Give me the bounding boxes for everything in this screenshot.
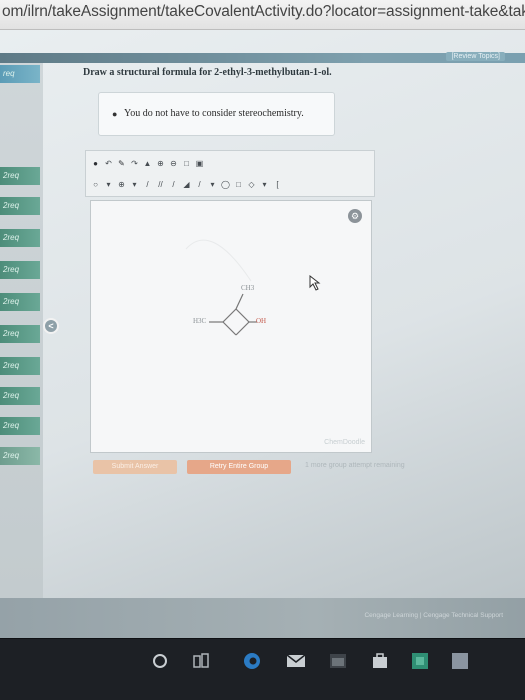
edge-icon[interactable] <box>242 651 262 671</box>
dropdown-icon[interactable]: ▾ <box>259 179 270 190</box>
double-bond-icon[interactable]: // <box>155 179 166 190</box>
molecule-structure <box>185 239 257 336</box>
drawing-toolbar: ● ↶ ✎ ↷ ▲ ⊕ ⊖ □ ▣ ○ ▾ ⊕ ▾ / // / ◢ / ▾ ◯… <box>85 150 375 197</box>
store-icon[interactable] <box>370 651 390 671</box>
sidebar-item[interactable]: 2req <box>0 229 40 247</box>
calendar-icon[interactable] <box>328 651 348 671</box>
redo-icon[interactable]: ↷ <box>129 158 140 169</box>
clear-icon[interactable]: ● <box>90 158 101 169</box>
wedge-bond-icon[interactable]: ◢ <box>181 179 192 190</box>
diamond-ring-icon[interactable]: ◇ <box>246 179 257 190</box>
atom-icon[interactable]: ○ <box>90 179 101 190</box>
h3c-label: H3C <box>193 317 207 325</box>
bracket-icon[interactable]: [ <box>272 179 283 190</box>
triple-bond-icon[interactable]: / <box>168 179 179 190</box>
app-green-icon[interactable] <box>410 651 430 671</box>
sidebar-item[interactable]: 2req <box>0 387 40 405</box>
sidebar-item[interactable]: req <box>0 65 40 83</box>
bullet-icon: ● <box>112 109 118 119</box>
charge-icon[interactable]: ⊕ <box>116 179 127 190</box>
instruction-text: You do not have to consider stereochemis… <box>124 108 304 119</box>
attempts-remaining-text: 1 more group attempt remaining <box>305 462 405 469</box>
task-view-icon[interactable] <box>192 651 210 671</box>
instruction-box: ● You do not have to consider stereochem… <box>98 92 335 136</box>
toolbar-row-2: ○ ▾ ⊕ ▾ / // / ◢ / ▾ ◯ □ ◇ ▾ [ <box>90 175 283 193</box>
dropdown-icon[interactable]: ▾ <box>207 179 218 190</box>
ch3-label: CH3 <box>241 284 255 292</box>
os-taskbar <box>0 638 525 700</box>
single-bond-icon[interactable]: / <box>142 179 153 190</box>
sidebar-item[interactable]: 2req <box>0 261 40 279</box>
ring-icon[interactable]: ◯ <box>220 179 231 190</box>
app-tile-icon[interactable] <box>450 651 470 671</box>
zoom-in-icon[interactable]: ⊕ <box>155 158 166 169</box>
pencil-icon[interactable]: ✎ <box>116 158 127 169</box>
submit-answer-button[interactable]: Submit Answer <box>93 460 177 474</box>
lasso-icon[interactable]: ▲ <box>142 158 153 169</box>
mouse-cursor-icon <box>309 275 321 291</box>
url-text: om/ilrn/takeAssignment/takeCovalentActiv… <box>2 3 525 20</box>
cortana-icon[interactable] <box>152 651 168 671</box>
sidebar-item[interactable]: 2req <box>0 167 40 185</box>
oh-label: OH <box>256 317 267 325</box>
square-ring-icon[interactable]: □ <box>233 179 244 190</box>
sidebar-item[interactable]: 2req <box>0 293 40 311</box>
sidebar-item[interactable]: 2req <box>0 447 40 465</box>
sidebar-item[interactable]: 2req <box>0 325 40 343</box>
toolbar-row-1: ● ↶ ✎ ↷ ▲ ⊕ ⊖ □ ▣ <box>90 154 205 172</box>
chemdoodle-watermark: ChemDoodle <box>324 439 365 446</box>
dash-bond-icon[interactable]: / <box>194 179 205 190</box>
retry-group-button[interactable]: Retry Entire Group <box>187 460 291 474</box>
app-screen: [Review Topics] req 2req 2req 2req 2req … <box>0 30 525 638</box>
sidebar-item[interactable]: 2req <box>0 197 40 215</box>
question-prompt: Draw a structural formula for 2-ethyl-3-… <box>83 67 332 78</box>
review-topics-link[interactable]: [Review Topics] <box>446 52 505 61</box>
sidebar-item[interactable]: 2req <box>0 357 40 375</box>
drawing-canvas[interactable]: ⚙ H3C OH CH3 ChemDoodle <box>90 200 372 453</box>
mail-icon[interactable] <box>285 651 307 671</box>
sidebar-item[interactable]: 2req <box>0 417 40 435</box>
collapse-sidebar-icon[interactable]: < <box>43 318 59 334</box>
question-sidebar: req 2req 2req 2req 2req 2req 2req 2req 2… <box>0 63 43 638</box>
copy-icon[interactable]: □ <box>181 158 192 169</box>
paste-icon[interactable]: ▣ <box>194 158 205 169</box>
undo-icon[interactable]: ↶ <box>103 158 114 169</box>
dropdown-icon[interactable]: ▾ <box>129 179 140 190</box>
zoom-out-icon[interactable]: ⊖ <box>168 158 179 169</box>
address-bar[interactable]: om/ilrn/takeAssignment/takeCovalentActiv… <box>0 0 525 30</box>
dropdown-icon[interactable]: ▾ <box>103 179 114 190</box>
footer-links[interactable]: Cengage Learning | Cengage Technical Sup… <box>364 612 503 619</box>
